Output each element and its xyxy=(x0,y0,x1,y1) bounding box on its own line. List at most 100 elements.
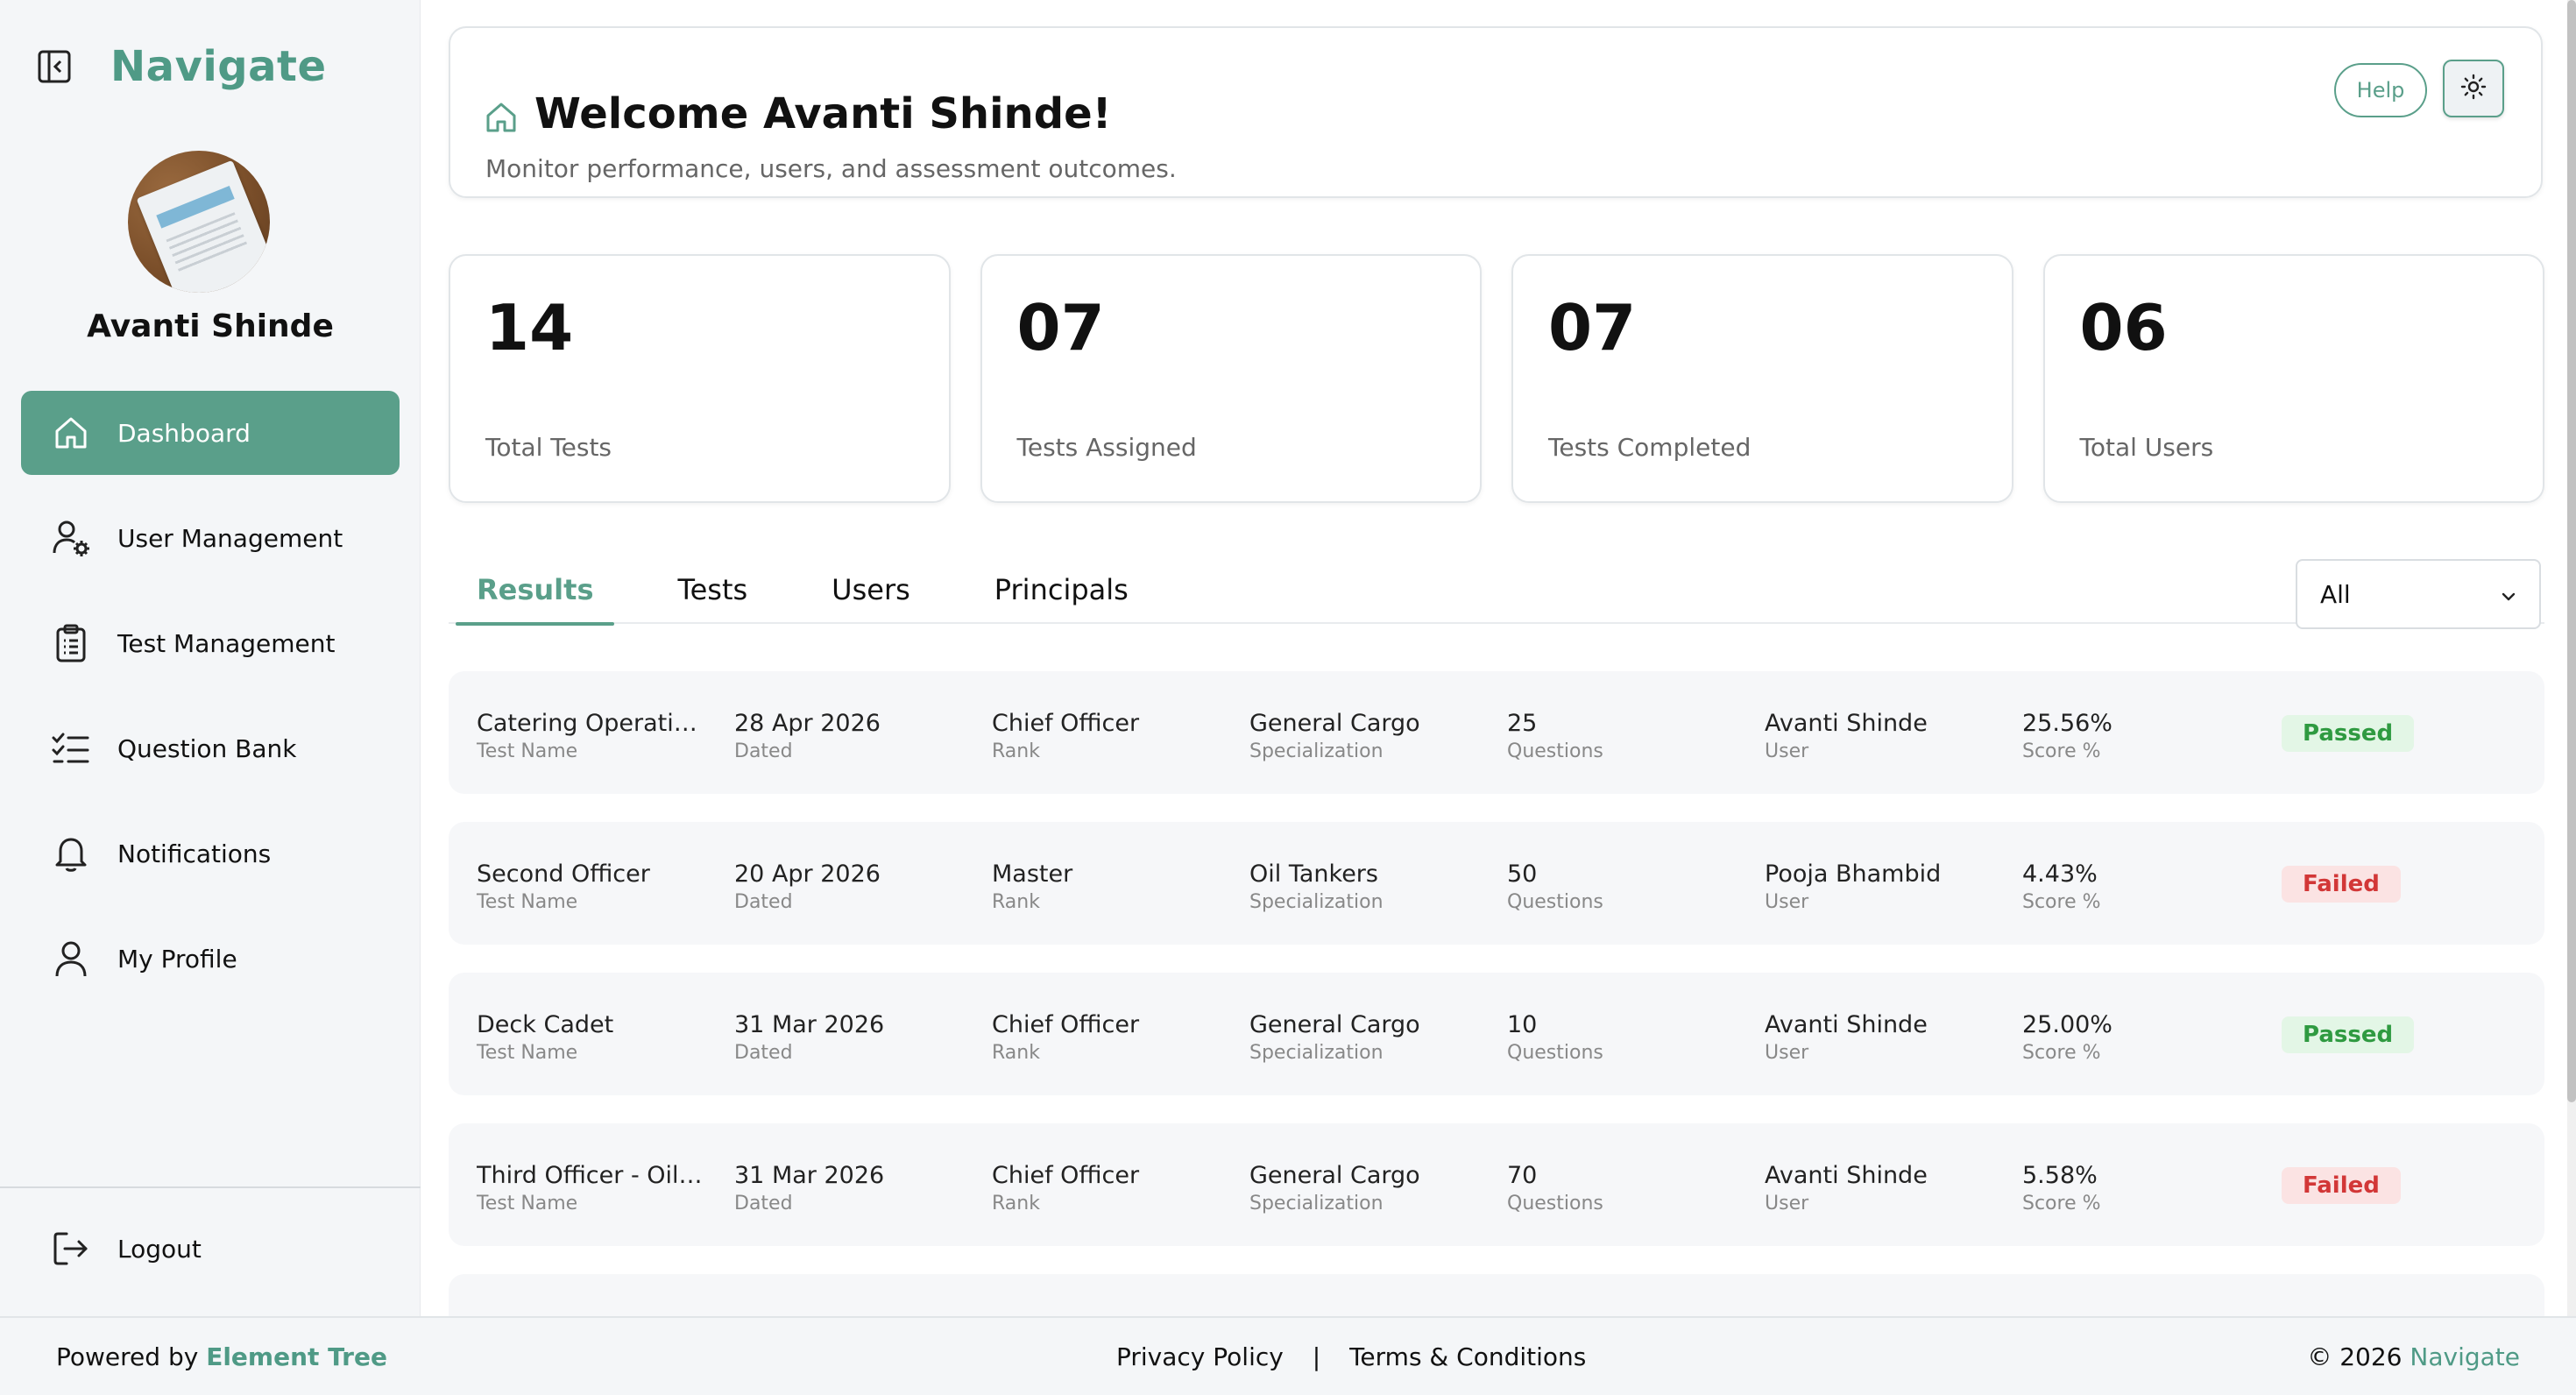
stat-card-tests-completed: 07 Tests Completed xyxy=(1511,254,2013,503)
tab-principals[interactable]: Principals xyxy=(973,561,1150,624)
help-button[interactable]: Help xyxy=(2334,63,2427,117)
sidebar-item-question-bank[interactable]: Question Bank xyxy=(21,706,400,790)
status-badge: Failed xyxy=(2282,866,2401,903)
results-list: Catering Operatio... Test Name 28 Apr 2026… xyxy=(449,671,2544,1316)
cell-caption: User xyxy=(1765,740,1809,762)
cell-caption: Score % xyxy=(2022,1193,2101,1214)
cell-value: 31 Mar 2026 xyxy=(734,1011,885,1038)
result-cell-test-name: Deck Cadet Test Name xyxy=(477,1011,713,1064)
privacy-policy-link[interactable]: Privacy Policy xyxy=(1116,1342,1284,1371)
sun-icon xyxy=(2460,74,2487,103)
cell-caption: Score % xyxy=(2022,740,2101,762)
status-filter-select[interactable]: All xyxy=(2296,559,2541,629)
result-cell-questions: 25 Questions xyxy=(1507,710,1744,762)
stat-value: 07 xyxy=(1016,291,1105,365)
sidebar-header: Navigate xyxy=(35,42,327,91)
user-name: Avanti Shinde xyxy=(87,308,334,344)
cell-caption: Dated xyxy=(734,740,793,762)
cell-caption: Dated xyxy=(734,1042,793,1064)
cell-value: Third Officer - Oil T... xyxy=(477,1162,704,1189)
result-cell-rank: Chief Officer Rank xyxy=(992,710,1228,762)
result-cell-specialization: General Cargo Specialization xyxy=(1249,1162,1486,1214)
cell-value: General Cargo xyxy=(1249,1011,1420,1038)
element-tree-link[interactable]: Element Tree xyxy=(206,1342,387,1371)
result-cell-rank: Master Rank xyxy=(992,860,1228,913)
footer: Powered by Element Tree Privacy Policy |… xyxy=(0,1316,2576,1395)
tab-users[interactable]: Users xyxy=(810,561,931,624)
cell-caption: User xyxy=(1765,1193,1809,1214)
cell-caption: Test Name xyxy=(477,740,578,762)
stat-label: Total Tests xyxy=(485,433,612,462)
cell-caption: Questions xyxy=(1507,740,1603,762)
tab-results[interactable]: Results xyxy=(456,561,615,626)
sidebar-collapse-icon[interactable] xyxy=(35,47,74,86)
sidebar-item-dashboard[interactable]: Dashboard xyxy=(21,391,400,475)
scrollbar-thumb[interactable] xyxy=(2567,0,2576,1102)
tab-tests[interactable]: Tests xyxy=(656,561,768,624)
cell-caption: Test Name xyxy=(477,1042,578,1064)
result-row[interactable]: Third Officer - Oil T... Test Name 31 Mar … xyxy=(449,1123,2544,1246)
sidebar-item-my-profile[interactable]: My Profile xyxy=(21,917,400,1001)
cell-value: 25.00% xyxy=(2022,1011,2112,1038)
sidebar-item-label: Notifications xyxy=(117,839,272,868)
logout-label: Logout xyxy=(117,1234,202,1264)
cell-caption: User xyxy=(1765,1042,1809,1064)
result-cell-user: Avanti Shinde User xyxy=(1765,1162,2001,1214)
theme-toggle-button[interactable] xyxy=(2443,60,2504,117)
stat-value: 14 xyxy=(485,291,574,365)
cell-caption: Specialization xyxy=(1249,740,1384,762)
cell-caption: Score % xyxy=(2022,1042,2101,1064)
result-cell-specialization: General Cargo Specialization xyxy=(1249,1011,1486,1064)
results-tabs: Results Tests Users Principals xyxy=(456,561,1192,626)
chevron-down-icon xyxy=(2499,580,2518,609)
result-row[interactable]: Second Officer Test Name 20 Apr 2026 Dated M… xyxy=(449,822,2544,945)
cell-value: Deck Cadet xyxy=(477,1011,614,1038)
cell-value: 20 Apr 2026 xyxy=(734,860,881,888)
cell-value: 5.58% xyxy=(2022,1162,2098,1189)
status-badge: Failed xyxy=(2282,1167,2401,1204)
sidebar: Navigate Avanti Shinde Dashboard User Ma… xyxy=(0,0,421,1316)
sidebar-item-label: Dashboard xyxy=(117,418,251,448)
terms-link[interactable]: Terms & Conditions xyxy=(1349,1342,1586,1371)
stat-value: 06 xyxy=(2079,291,2168,365)
cell-caption: Specialization xyxy=(1249,1193,1384,1214)
result-cell-test-name: Third Officer - Oil T... Test Name xyxy=(477,1162,713,1214)
cell-value: Second Officer xyxy=(477,860,650,888)
cell-value: General Cargo xyxy=(1249,710,1420,737)
result-cell-specialization: General Cargo Specialization xyxy=(1249,710,1486,762)
brand-logo[interactable]: Navigate xyxy=(110,42,327,91)
page-subtitle: Monitor performance, users, and assessme… xyxy=(485,154,1177,183)
home-icon xyxy=(484,100,519,135)
cell-value: Oil Tankers xyxy=(1249,860,1378,888)
filter-selected-value: All xyxy=(2320,579,2351,609)
checklist-icon xyxy=(49,726,93,770)
result-cell-rank: Chief Officer Rank xyxy=(992,1011,1228,1064)
footer-copyright: © 2026 Navigate xyxy=(2307,1342,2520,1371)
stat-label: Total Users xyxy=(2079,433,2214,462)
logout-icon xyxy=(49,1227,93,1271)
result-cell-user: Avanti Shinde User xyxy=(1765,1011,2001,1064)
main-content: Welcome Avanti Shinde! Monitor performan… xyxy=(421,0,2576,1316)
cell-value: 50 xyxy=(1507,860,1538,888)
cell-value: 10 xyxy=(1507,1011,1538,1038)
cell-caption: Rank xyxy=(992,891,1040,913)
cell-caption: Specialization xyxy=(1249,1042,1384,1064)
logout-button[interactable]: Logout xyxy=(49,1227,202,1271)
result-row[interactable]: Catering Operatio... Test Name 28 Apr 2026… xyxy=(449,671,2544,794)
result-row[interactable] xyxy=(449,1274,2544,1316)
footer-separator: | xyxy=(1312,1342,1321,1371)
sidebar-item-notifications[interactable]: Notifications xyxy=(21,811,400,896)
cell-value: Master xyxy=(992,860,1073,888)
cell-value: Chief Officer xyxy=(992,1011,1140,1038)
cell-value: 28 Apr 2026 xyxy=(734,710,881,737)
cell-caption: Rank xyxy=(992,1042,1040,1064)
stat-card-tests-assigned: 07 Tests Assigned xyxy=(980,254,1482,503)
result-cell-score: 5.58% Score % xyxy=(2022,1162,2259,1214)
sidebar-item-test-management[interactable]: Test Management xyxy=(21,601,400,685)
result-row[interactable]: Deck Cadet Test Name 31 Mar 2026 Dated Chief… xyxy=(449,973,2544,1095)
copyright-brand: Navigate xyxy=(2410,1342,2520,1371)
cell-value: 4.43% xyxy=(2022,860,2098,888)
cell-value: 25 xyxy=(1507,710,1538,737)
sidebar-item-user-management[interactable]: User Management xyxy=(21,496,400,580)
result-cell-questions: 10 Questions xyxy=(1507,1011,1744,1064)
